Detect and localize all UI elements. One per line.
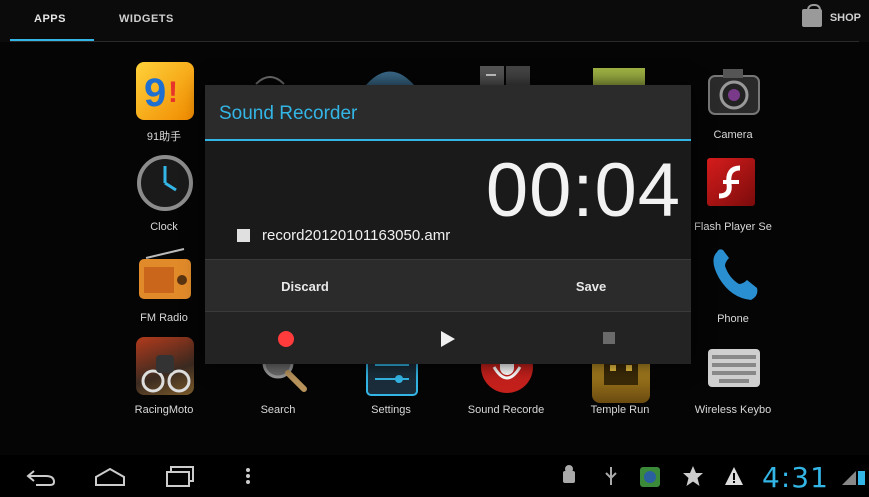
app-clock-label: Clock: [150, 221, 178, 233]
tab-divider: [10, 41, 859, 42]
discard-button[interactable]: Discard: [205, 260, 405, 312]
playback-controls: [205, 311, 691, 364]
recording-file-row: record20120101163050.amr: [237, 227, 450, 244]
app-notification-icon: [640, 467, 660, 487]
app-phone-label: Phone: [717, 313, 749, 325]
signal-battery-icon: [842, 471, 865, 485]
app-racingmoto-label: RacingMoto: [134, 404, 194, 416]
camera-icon: [705, 64, 763, 122]
calculator-icon: [480, 66, 530, 85]
app-91-label: 91助手: [146, 131, 182, 143]
star-icon: [683, 466, 703, 486]
tab-widgets[interactable]: WIDGETS: [119, 13, 174, 25]
app-sound-recorder-label: Sound Recorde: [467, 404, 545, 416]
home-icon[interactable]: [94, 465, 126, 487]
play-button-icon[interactable]: [441, 331, 455, 347]
android-debug-icon: [563, 465, 575, 483]
globe-icon: [366, 71, 414, 85]
app-icon-partial-2[interactable]: [364, 64, 416, 85]
app-icon-partial-4[interactable]: [591, 66, 647, 85]
racingmoto-icon: [136, 337, 194, 395]
app-settings-label: Settings: [371, 404, 411, 416]
dialog-title: Sound Recorder: [219, 103, 358, 124]
usb-icon: [605, 467, 617, 485]
app-wireless-keyboard-label: Wireless Keybo: [694, 404, 772, 416]
svg-text:9: 9: [144, 71, 166, 115]
gallery-icon: [593, 68, 645, 85]
sound-recorder-dialog: Sound Recorder 00:04 record2012010116305…: [205, 85, 691, 364]
wifi-signal-icon: [255, 76, 285, 85]
dialog-body: 00:04 record20120101163050.amr: [205, 141, 691, 259]
stop-button-icon[interactable]: [603, 332, 615, 344]
warning-icon: [725, 467, 743, 485]
shop-label: SHOP: [829, 12, 861, 24]
app-91-icon: 9!: [136, 62, 194, 120]
file-stop-square-icon: [237, 229, 250, 242]
dialog-button-row: Discard Save: [205, 259, 691, 312]
flash-player-icon: [707, 158, 755, 206]
app-camera-label: Camera: [713, 129, 753, 141]
system-navbar: 4:31: [0, 455, 869, 497]
save-button[interactable]: Save: [491, 260, 691, 312]
tab-apps[interactable]: APPS: [34, 13, 66, 25]
app-icon-partial-1[interactable]: [250, 70, 290, 85]
svg-text:!: !: [168, 76, 178, 109]
clock-icon: [136, 154, 194, 212]
back-icon[interactable]: [26, 465, 56, 487]
recent-apps-icon[interactable]: [165, 465, 195, 487]
app-temple-run-label: Temple Run: [590, 404, 650, 416]
app-drawer-tabbar: APPS WIDGETS SHOP: [0, 0, 869, 42]
recording-timer: 00:04: [485, 148, 681, 233]
status-clock: 4:31: [762, 461, 829, 494]
app-search-label: Search: [260, 404, 296, 416]
overflow-menu-icon[interactable]: [244, 465, 252, 487]
app-flash-player-label: Flash Player Se: [694, 221, 772, 233]
phone-icon: [705, 246, 763, 304]
keyboard-icon: [705, 343, 763, 401]
recording-filename: record20120101163050.amr: [262, 227, 451, 244]
shop-bag-icon: [801, 4, 822, 27]
radio-icon: [136, 247, 194, 305]
shop-button[interactable]: SHOP: [801, 4, 861, 27]
app-fm-radio-label: FM Radio: [140, 312, 188, 324]
record-button-icon[interactable]: [278, 331, 294, 347]
app-icon-partial-3[interactable]: [478, 64, 532, 85]
